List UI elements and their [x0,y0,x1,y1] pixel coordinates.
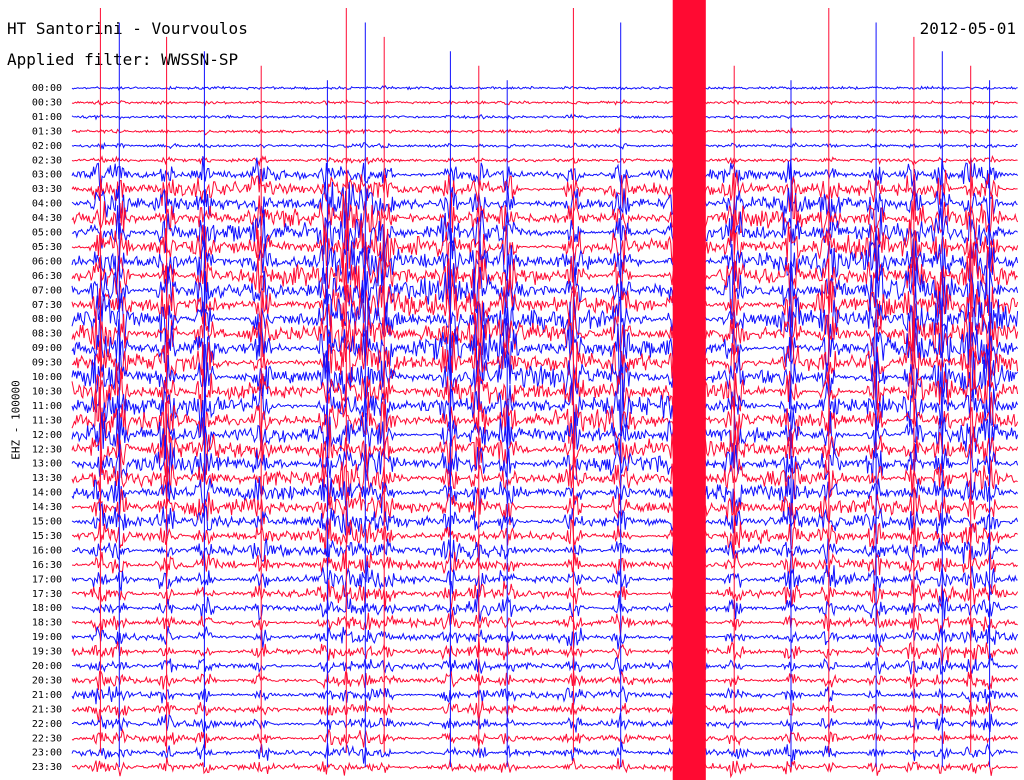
row-time-label: 19:00 [32,632,62,643]
row-time-label: 23:00 [32,748,62,759]
row-time-label: 00:00 [32,83,62,94]
row-time-label: 15:00 [32,517,62,528]
row-time-label: 18:30 [32,618,62,629]
row-time-label: 14:00 [32,488,62,499]
helicorder-plot: 00:00 00:30 01:00 01:30 02:00 02:30 03:00 03:30… [32,0,1019,780]
row-time-label: 06:00 [32,256,62,267]
row-time-label: 05:30 [32,242,62,253]
row-time-label: 06:30 [32,271,62,282]
row-time-label: 01:30 [32,126,62,137]
row-time-label: 03:30 [32,184,62,195]
row-time-label: 20:00 [32,661,62,672]
row-time-label: 08:30 [32,329,62,340]
row-time-label: 03:00 [32,170,62,181]
row-time-label: 22:30 [32,733,62,744]
row-time-label: 21:00 [32,690,62,701]
row-time-label: 00:30 [32,97,62,108]
row-time-label: 20:30 [32,675,62,686]
row-time-label: 19:30 [32,647,62,658]
row-time-label: 17:00 [32,574,62,585]
row-time-label: 08:00 [32,314,62,325]
row-time-label: 04:30 [32,213,62,224]
row-time-label: 22:00 [32,719,62,730]
row-time-label: 09:30 [32,358,62,369]
row-time-label: 09:00 [32,343,62,354]
row-time-label: 21:30 [32,704,62,715]
row-time-label: 11:00 [32,401,62,412]
row-time-label: 12:00 [32,430,62,441]
row-time-label: 15:30 [32,531,62,542]
seismic-traces [71,0,1019,780]
row-time-label: 12:30 [32,444,62,455]
row-time-label: 01:00 [32,112,62,123]
row-time-label: 17:30 [32,589,62,600]
row-time-label: 11:30 [32,415,62,426]
row-time-label: 18:00 [32,603,62,614]
row-time-label: 13:30 [32,473,62,484]
row-time-label: 10:00 [32,372,62,383]
saturated-event-band [672,0,706,780]
row-time-label: 02:30 [32,155,62,166]
row-time-label: 04:00 [32,199,62,210]
row-time-label: 10:30 [32,386,62,397]
row-time-label: 02:00 [32,141,62,152]
time-tick-labels: 00:00 00:30 01:00 01:30 02:00 02:30 03:00 03:30… [32,83,62,773]
row-time-label: 16:30 [32,560,62,571]
row-time-label: 23:30 [32,762,62,773]
row-time-label: 07:30 [32,300,62,311]
row-time-label: 16:00 [32,545,62,556]
row-time-label: 13:00 [32,459,62,470]
row-time-label: 05:00 [32,228,62,239]
row-time-label: 14:30 [32,502,62,513]
row-time-label: 07:00 [32,285,62,296]
